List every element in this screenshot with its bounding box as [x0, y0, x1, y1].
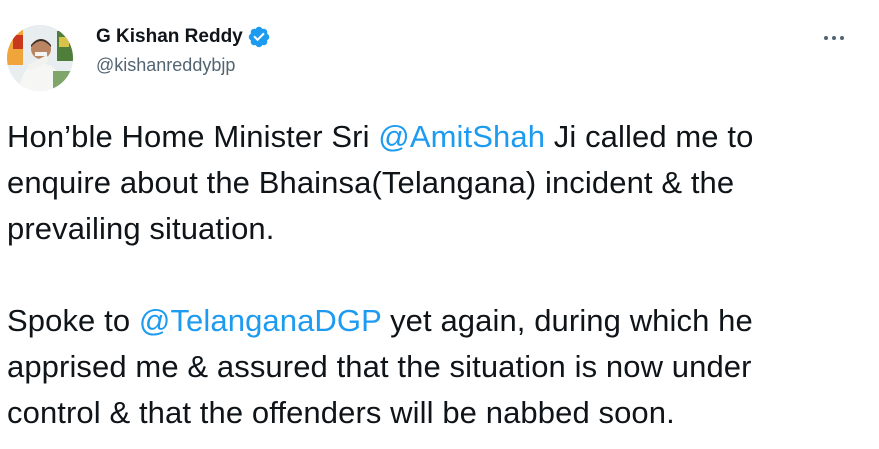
more-options-button[interactable]: [812, 22, 856, 54]
tweet-line: Spoke to @TelanganaDGP yet again, during…: [7, 298, 867, 344]
text-span: Ji called me to: [545, 119, 754, 154]
more-horizontal-icon: [822, 34, 846, 42]
text-span: Hon’ble Home Minister Sri: [7, 119, 379, 154]
tweet-line: control & that the offenders will be nab…: [7, 395, 675, 430]
text-span: yet again, during which he: [381, 303, 753, 338]
display-name[interactable]: G Kishan Reddy: [96, 25, 243, 49]
tweet-line: apprised me & assured that the situation…: [7, 349, 752, 384]
author-names: G Kishan Reddy @kishanreddybjp: [96, 25, 271, 76]
handle[interactable]: @kishanreddybjp: [96, 54, 271, 76]
verified-badge-icon: [247, 25, 271, 49]
tweet-header: G Kishan Reddy @kishanreddybjp: [0, 0, 879, 100]
display-name-row: G Kishan Reddy: [96, 25, 271, 49]
mention-telanganadgp[interactable]: @TelanganaDGP: [139, 303, 381, 338]
tweet-line: enquire about the Bhainsa(Telangana) inc…: [7, 165, 735, 200]
tweet: G Kishan Reddy @kishanreddybjp Hon’ble H…: [0, 0, 879, 449]
tweet-line: prevailing situation.: [7, 211, 275, 246]
text-span: Spoke to: [7, 303, 139, 338]
avatar-image: [7, 25, 73, 91]
tweet-paragraph-2: Spoke to @TelanganaDGP yet again, during…: [7, 298, 867, 436]
mention-amitshah[interactable]: @AmitShah: [378, 119, 545, 154]
tweet-line: Hon’ble Home Minister Sri @AmitShah Ji c…: [7, 114, 867, 160]
avatar[interactable]: [7, 25, 73, 91]
tweet-paragraph-1: Hon’ble Home Minister Sri @AmitShah Ji c…: [7, 114, 867, 252]
tweet-text: Hon’ble Home Minister Sri @AmitShah Ji c…: [7, 114, 867, 436]
